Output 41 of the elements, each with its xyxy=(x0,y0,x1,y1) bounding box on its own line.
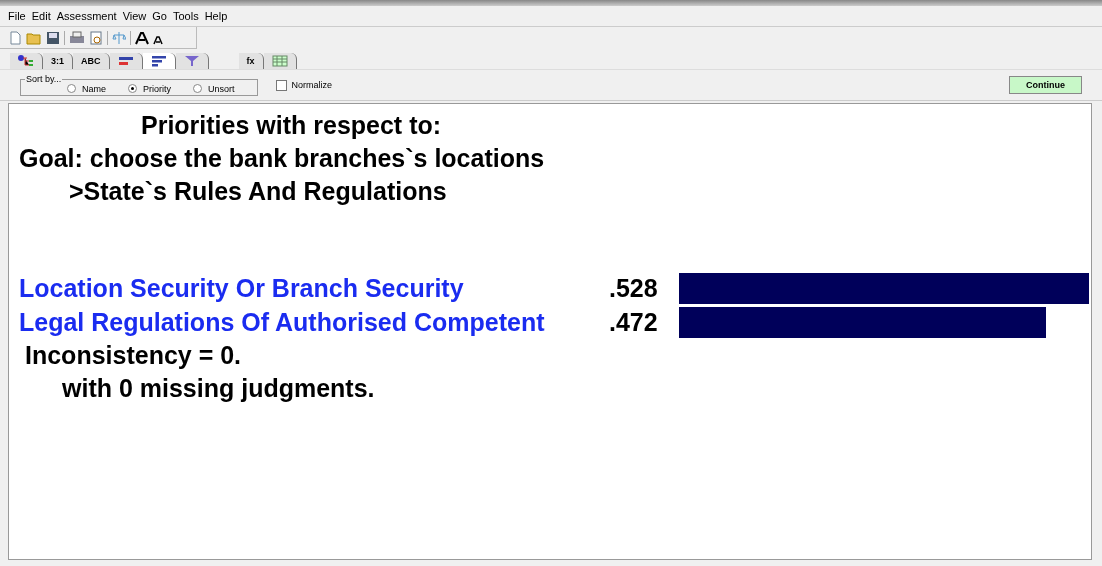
view-tab[interactable]: 3:1 xyxy=(43,53,73,69)
save-icon[interactable] xyxy=(46,30,60,45)
menu-item[interactable]: Edit xyxy=(31,10,51,22)
criterion-name: Location Security Or Branch Security xyxy=(19,273,465,303)
menu-item[interactable]: Assessment xyxy=(56,10,117,22)
priority-value: .472 xyxy=(609,307,659,337)
new-file-icon[interactable] xyxy=(8,30,22,45)
group-label: Sort by... xyxy=(25,74,63,84)
view-tab[interactable] xyxy=(109,53,143,69)
funnel-icon xyxy=(183,55,200,67)
normalize-checkbox[interactable]: Normalize xyxy=(275,79,333,91)
menu-item[interactable]: Tools xyxy=(172,10,199,22)
node-text: >State`s Rules And Regulations xyxy=(68,176,448,207)
sort-radio[interactable]: Priority xyxy=(128,83,172,94)
sort-radio[interactable]: Name xyxy=(67,83,106,94)
criterion-name: Legal Regulations Of Authorised Competent xyxy=(19,307,546,337)
view-tab[interactable] xyxy=(10,53,43,69)
missing-text: with 0 missing judgments. xyxy=(61,373,376,404)
view-tab[interactable]: ABC xyxy=(73,53,110,69)
menu-item[interactable]: Help xyxy=(204,10,228,22)
view-tab[interactable]: fx xyxy=(238,53,264,69)
menu-item[interactable]: Go xyxy=(152,10,167,22)
bar-chart-icon xyxy=(117,55,134,67)
print-preview-icon[interactable] xyxy=(89,30,103,45)
view-tab[interactable] xyxy=(175,53,209,69)
menu-item[interactable]: File xyxy=(8,10,26,22)
menu-item[interactable]: View xyxy=(122,10,147,22)
balance-scale-icon[interactable] xyxy=(112,30,126,45)
tree-icon xyxy=(18,55,34,67)
view-tab[interactable] xyxy=(142,53,176,69)
sorted-bars-icon xyxy=(150,55,167,67)
priority-value: .528 xyxy=(609,273,659,303)
continue-button[interactable]: Continue xyxy=(1009,76,1082,94)
printer-icon[interactable] xyxy=(69,30,85,45)
heading-text: Priorities with respect to: xyxy=(140,110,443,141)
grid-icon xyxy=(271,55,288,67)
view-tab[interactable] xyxy=(263,53,297,69)
inconsistency-text: Inconsistency = 0. xyxy=(24,340,243,371)
sort-radio[interactable]: Unsort xyxy=(193,83,235,94)
font-larger-icon[interactable] xyxy=(135,30,149,45)
goal-text: Goal: choose the bank branches`s locations xyxy=(18,143,546,174)
